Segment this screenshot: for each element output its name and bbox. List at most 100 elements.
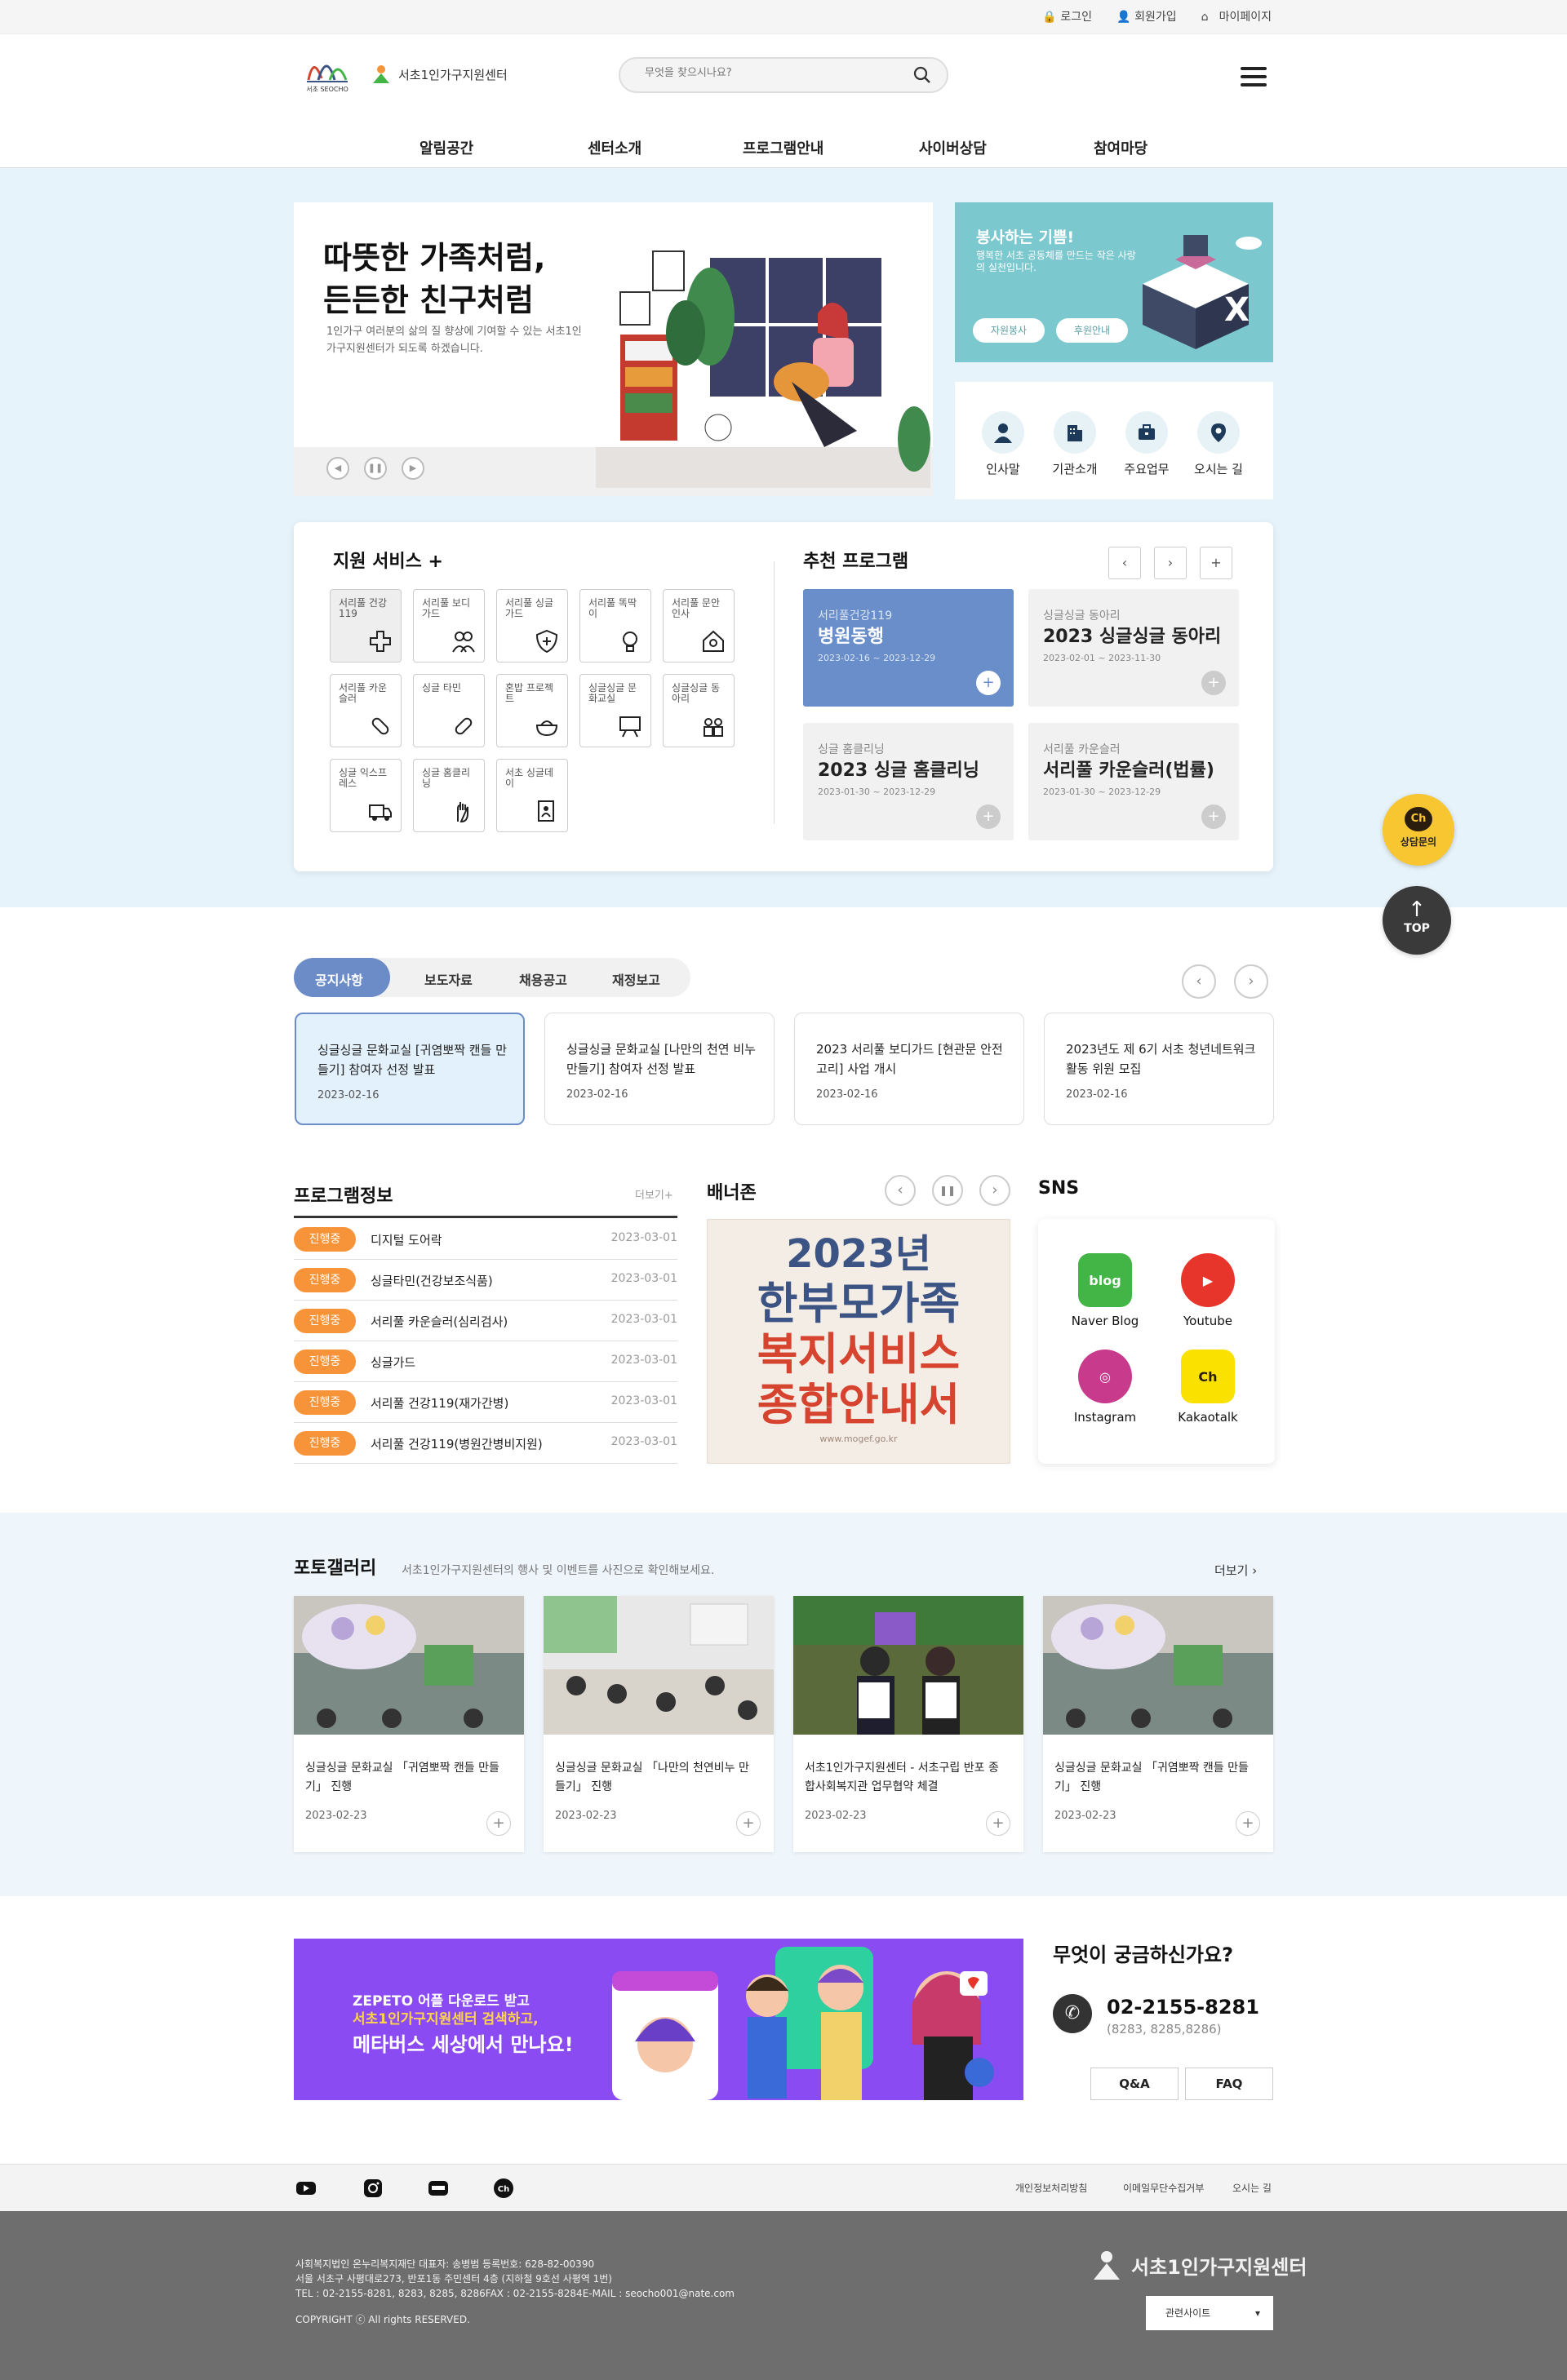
program-info-more-link[interactable]: 더보기+	[635, 1186, 673, 1202]
quick-directions[interactable]: 오시는 길	[1190, 411, 1247, 477]
program-row[interactable]: 진행중 서리풀 건강119(병원간병비지원) 2023-03-01	[294, 1423, 677, 1464]
notice-card[interactable]: 2023 서리풀 보디가드 [현관문 안전고리] 사업 개시 2023-02-16	[794, 1013, 1024, 1125]
service-greeting[interactable]: 서리풀 문안인사	[663, 589, 735, 663]
service-honbap[interactable]: 혼밥 프로젝트	[496, 674, 568, 747]
service-counselor[interactable]: 서리풀 카운슬러	[330, 674, 402, 747]
donation-button[interactable]: 후원안내	[1056, 318, 1128, 343]
chat-consult-button[interactable]: Ch 상담문의	[1383, 794, 1454, 866]
related-sites-select[interactable]: 관련사이트 ▾	[1146, 2296, 1273, 2330]
service-express[interactable]: 싱글 익스프레스	[330, 759, 402, 832]
nav-item-notice[interactable]: 알림공간	[419, 137, 473, 158]
notice-card[interactable]: 2023년도 제 6기 서초 청년네트워크 활동 위원 모집 2023-02-16	[1044, 1013, 1274, 1125]
email-refusal-link[interactable]: 이메일무단수집거부	[1123, 2181, 1204, 2195]
recommend-next-button[interactable]: ›	[1154, 547, 1187, 579]
notice-card[interactable]: 싱글싱글 문화교실 [귀염뽀짝 캔들 만들기] 참여자 선정 발표 2023-02…	[295, 1013, 525, 1125]
notice-next-button[interactable]: ›	[1234, 964, 1268, 999]
menu-icon[interactable]	[1241, 67, 1267, 86]
service-label: 싱글싱글 동아리	[672, 682, 721, 704]
recommend-card[interactable]: 서리풀건강119 병원동행 2023-02-16 ~ 2023-12-29 +	[803, 589, 1014, 707]
program-row[interactable]: 진행중 서리풀 카운슬러(심리검사) 2023-03-01	[294, 1301, 677, 1341]
contact-phone[interactable]: 02-2155-8281	[1107, 1996, 1259, 2019]
banner-image[interactable]: 2023년 한부모가족 복지서비스 종합안내서 www.mogef.go.kr	[707, 1219, 1010, 1464]
gallery-card[interactable]: 싱글싱글 문화교실 「귀염뽀짝 캔들 만들기」 진행 2023-02-23 +	[1043, 1596, 1273, 1852]
banner-next-button[interactable]: ›	[979, 1175, 1010, 1206]
instagram-link[interactable]: ◎ Instagram	[1056, 1350, 1154, 1425]
program-row[interactable]: 진행중 싱글가드 2023-03-01	[294, 1341, 677, 1382]
plus-icon[interactable]: +	[986, 1811, 1010, 1836]
center-logo[interactable]: 서초1인가구지원센터	[371, 64, 508, 85]
plus-icon[interactable]: +	[976, 804, 1001, 829]
instagram-icon[interactable]	[362, 2178, 384, 2199]
plus-icon[interactable]: +	[486, 1811, 511, 1836]
scroll-top-button[interactable]: ↑ TOP	[1383, 886, 1451, 955]
service-culture-class[interactable]: 싱글싱글 문화교실	[579, 674, 651, 747]
document-person-icon	[538, 800, 554, 822]
recommend-card[interactable]: 싱글 홈클리닝 2023 싱글 홈클리닝 2023-01-30 ~ 2023-1…	[803, 723, 1014, 840]
nav-item-about[interactable]: 센터소개	[588, 137, 641, 158]
gallery-more-link[interactable]: 더보기 ›	[1214, 1562, 1257, 1579]
service-singleday[interactable]: 서초 싱글데이	[496, 759, 568, 832]
service-homecleaning[interactable]: 싱글 홈클리닝	[413, 759, 485, 832]
blog-icon[interactable]	[428, 2178, 449, 2199]
privacy-policy-link[interactable]: 개인정보처리방침	[1015, 2181, 1087, 2195]
service-ttokttak[interactable]: 서리풀 똑딱이	[579, 589, 651, 663]
service-bodyguard[interactable]: 서리풀 보디가드	[413, 589, 485, 663]
home-icon: ⌂	[1201, 11, 1209, 24]
tab-press[interactable]: 보도자료	[424, 969, 473, 989]
banner-prev-button[interactable]: ‹	[885, 1175, 916, 1206]
naver-blog-link[interactable]: blog Naver Blog	[1056, 1253, 1154, 1328]
volunteer-button[interactable]: 자원봉사	[973, 318, 1045, 343]
services-title[interactable]: 지원 서비스 +	[333, 547, 443, 573]
tab-finance[interactable]: 재정보고	[612, 969, 660, 989]
service-club[interactable]: 싱글싱글 동아리	[663, 674, 735, 747]
gallery-card[interactable]: 싱글싱글 문화교실 「나만의 천연비누 만들기」 진행 2023-02-23 +	[544, 1596, 774, 1852]
plus-icon[interactable]: +	[1201, 804, 1226, 829]
recommend-card[interactable]: 서리풀 카운슬러 서리풀 카운슬러(법률) 2023-01-30 ~ 2023-…	[1028, 723, 1239, 840]
notice-date: 2023-02-16	[317, 1089, 380, 1101]
plus-icon[interactable]: +	[736, 1811, 761, 1836]
search-icon[interactable]	[912, 65, 932, 85]
join-link[interactable]: 👤 회원가입	[1116, 8, 1177, 24]
kakaotalk-link[interactable]: Ch Kakaotalk	[1159, 1350, 1257, 1425]
footer-info-line: 서울 서초구 사평대로273, 반포1동 주민센터 4층 (지하철 9호선 사평…	[295, 2273, 612, 2285]
service-health119[interactable]: 서리풀 건강119	[330, 589, 402, 663]
nav-item-participate[interactable]: 참여마당	[1094, 137, 1148, 158]
pause-slide-button[interactable]: ❚❚	[364, 457, 387, 480]
recommend-prev-button[interactable]: ‹	[1108, 547, 1141, 579]
service-singletamin[interactable]: 싱글 타민	[413, 674, 485, 747]
gallery-card[interactable]: 서초1인가구지원센터 - 서초구립 반포 종합사회복지관 업무협약 체결 202…	[793, 1596, 1023, 1852]
plus-icon[interactable]: +	[1236, 1811, 1260, 1836]
mypage-link[interactable]: ⌂ 마이페이지	[1201, 8, 1272, 24]
youtube-icon[interactable]	[295, 2178, 317, 2199]
quick-main-work[interactable]: 주요업무	[1118, 411, 1175, 477]
recommend-card[interactable]: 싱글싱글 동아리 2023 싱글싱글 동아리 2023-02-01 ~ 2023…	[1028, 589, 1239, 707]
seocho-logo[interactable]: 서초 SEOCHO	[304, 51, 351, 96]
nav-item-counsel[interactable]: 사이버상담	[919, 137, 987, 158]
service-singleguard[interactable]: 서리풀 싱글가드	[496, 589, 568, 663]
program-row[interactable]: 진행중 싱글타민(건강보조식품) 2023-03-01	[294, 1260, 677, 1301]
notice-prev-button[interactable]: ‹	[1182, 964, 1216, 999]
search-input[interactable]	[645, 67, 890, 79]
recommend-more-button[interactable]: +	[1200, 547, 1232, 579]
plus-icon[interactable]: +	[1201, 671, 1226, 695]
banner-pause-button[interactable]: ❚❚	[932, 1175, 963, 1206]
kakao-channel-icon[interactable]: Ch	[493, 2178, 514, 2199]
zepeto-banner[interactable]: ZEPETO 어플 다운로드 받고 서초1인가구지원센터 검색하고, 메타버스 …	[294, 1939, 1023, 2100]
nav-item-programs[interactable]: 프로그램안내	[743, 137, 823, 158]
tab-notice[interactable]: 공지사항	[294, 958, 390, 997]
login-link[interactable]: 🔒 로그인	[1042, 8, 1092, 24]
directions-link[interactable]: 오시는 길	[1232, 2181, 1272, 2195]
next-slide-button[interactable]: ▶	[402, 457, 424, 480]
notice-card[interactable]: 싱글싱글 문화교실 [나만의 천연 비누 만들기] 참여자 선정 발표 2023-…	[544, 1013, 775, 1125]
faq-button[interactable]: FAQ	[1185, 2068, 1273, 2100]
prev-slide-button[interactable]: ◀	[326, 457, 349, 480]
program-row[interactable]: 진행중 서리풀 건강119(재가간병) 2023-03-01	[294, 1382, 677, 1423]
quick-greeting[interactable]: 인사말	[974, 411, 1032, 477]
tab-recruit[interactable]: 채용공고	[519, 969, 567, 989]
quick-org-intro[interactable]: 기관소개	[1046, 411, 1103, 477]
youtube-link[interactable]: ▶ Youtube	[1159, 1253, 1257, 1328]
plus-icon[interactable]: +	[976, 671, 1001, 695]
gallery-card[interactable]: 싱글싱글 문화교실 「귀염뽀짝 캔들 만들기」 진행 2023-02-23 +	[294, 1596, 524, 1852]
qna-button[interactable]: Q&A	[1090, 2068, 1179, 2100]
program-row[interactable]: 진행중 디지털 도어락 2023-03-01	[294, 1219, 677, 1260]
